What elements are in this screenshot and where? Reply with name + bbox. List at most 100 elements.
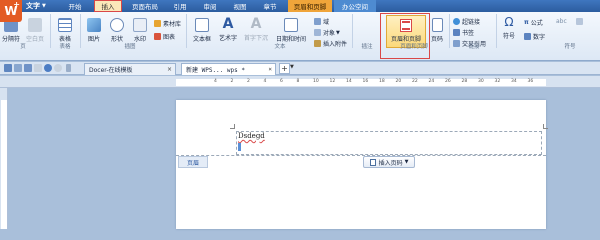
chart-label: 图表 xyxy=(163,34,176,41)
blank-page-button[interactable]: 空白页 xyxy=(23,15,47,43)
ruler-tick: 12 xyxy=(329,79,336,84)
cross-reference-icon xyxy=(453,40,460,47)
margin-corner-mark xyxy=(230,124,235,129)
omega-icon: Ω xyxy=(504,15,514,29)
app-menu-button[interactable]: W + xyxy=(0,0,22,22)
ruler-tick: 20 xyxy=(395,79,402,84)
number-icon xyxy=(524,33,531,40)
menu-home[interactable]: 开始 xyxy=(62,0,88,12)
textbox-icon xyxy=(195,18,209,32)
chart-button[interactable]: 图表 xyxy=(154,32,175,41)
more-icon xyxy=(576,18,583,25)
separator xyxy=(186,14,187,48)
ruler-tick: 6 xyxy=(280,79,283,84)
highlight-box xyxy=(380,13,430,59)
ruler-tick: 10 xyxy=(313,79,319,84)
wordart-button[interactable]: A 艺术字 xyxy=(216,15,240,42)
number-button[interactable]: 数字 xyxy=(524,32,545,41)
bookmark-button[interactable]: 书签 xyxy=(453,28,474,37)
redo-icon[interactable] xyxy=(54,64,62,72)
drop-cap-label: 首字下沉 xyxy=(243,35,268,42)
plus-icon: + xyxy=(13,0,20,9)
print-icon[interactable] xyxy=(24,64,32,72)
menu-section[interactable]: 章节 xyxy=(258,0,282,12)
table-button[interactable]: 表格 xyxy=(54,15,76,43)
ruler-tick: 24 xyxy=(428,79,435,84)
tab-docer[interactable]: Docer-在线模板 × xyxy=(84,63,176,75)
chevron-down-icon: ▼ xyxy=(404,159,409,165)
gallery-label: 素材库 xyxy=(163,21,182,28)
object-button[interactable]: 对象 ▼ xyxy=(314,28,340,37)
gallery-icon xyxy=(154,20,161,27)
open-icon[interactable] xyxy=(14,64,22,72)
menu-header-footer[interactable]: 页眉和页脚 xyxy=(288,0,332,12)
object-icon xyxy=(314,29,321,36)
ruler-tick: 16 xyxy=(362,79,369,84)
menu-office-space[interactable]: 办公空间 xyxy=(334,0,376,12)
undo-icon[interactable] xyxy=(44,64,52,72)
shapes-button[interactable]: 形状 xyxy=(106,15,128,43)
drop-cap-button[interactable]: A 首字下沉 xyxy=(242,15,270,42)
menu-insert[interactable]: 插入 xyxy=(94,0,122,12)
page-number-button[interactable]: 页码 xyxy=(428,15,446,43)
menu-view[interactable]: 视图 xyxy=(228,0,252,12)
date-time-button[interactable]: 日期和时间 xyxy=(272,15,310,43)
new-tab-button[interactable]: + xyxy=(279,63,290,74)
close-icon[interactable]: × xyxy=(167,66,172,73)
insert-page-number-label: 插入页码 xyxy=(378,159,403,167)
group-label-page: 页 xyxy=(20,44,26,50)
document-page[interactable] xyxy=(176,100,546,229)
attachment-icon xyxy=(314,40,321,47)
hyperlink-button[interactable]: 超链接 xyxy=(453,17,480,26)
margin-corner-mark xyxy=(543,124,548,129)
number-label: 数字 xyxy=(533,34,546,41)
app-name-label: 文字 xyxy=(26,2,40,10)
bookmark-label: 书签 xyxy=(462,30,475,37)
save-icon[interactable] xyxy=(4,64,12,72)
watermark-button[interactable]: 水印 xyxy=(129,15,151,43)
menu-page-layout[interactable]: 页面布局 xyxy=(128,0,162,12)
abc-button[interactable]: abc xyxy=(556,18,567,25)
tab-docer-label: Docer-在线模板 xyxy=(89,67,133,74)
symbol-button[interactable]: Ω 符号 xyxy=(498,14,520,40)
tab-document-label: 新建 WPS... wps * xyxy=(186,67,245,74)
attachment-label: 插入附件 xyxy=(323,41,348,48)
header-edit-area[interactable] xyxy=(236,131,542,155)
attachment-button[interactable]: 插入附件 xyxy=(314,39,347,48)
textbox-button[interactable]: 文本框 xyxy=(190,15,214,43)
ruler-tick: 28 xyxy=(461,79,468,84)
hyperlink-label: 超链接 xyxy=(462,19,481,26)
menu-review[interactable]: 审阅 xyxy=(198,0,222,12)
ruler-tick: 8 xyxy=(296,79,300,84)
chart-icon xyxy=(154,33,161,40)
separator xyxy=(50,14,51,48)
bookmark-icon xyxy=(453,29,460,36)
page-number-icon xyxy=(431,18,443,32)
chevron-down-icon[interactable] xyxy=(66,64,71,72)
formula-button[interactable]: π 公式 xyxy=(524,18,543,27)
separator xyxy=(80,14,81,48)
close-icon[interactable]: × xyxy=(268,66,272,73)
picture-button[interactable]: 图片 xyxy=(83,15,105,43)
more-symbols-icon[interactable] xyxy=(576,18,585,25)
header-label-tag: 页眉 xyxy=(178,156,208,168)
preview-icon[interactable] xyxy=(34,64,42,72)
insert-page-number-button[interactable]: 插入页码 ▼ xyxy=(363,156,415,168)
drop-cap-icon: A xyxy=(250,16,262,32)
calendar-icon xyxy=(284,18,298,32)
gallery-button[interactable]: 素材库 xyxy=(154,19,181,28)
symbol-label: 符号 xyxy=(502,33,515,40)
header-text[interactable]: Dsdegd xyxy=(238,132,265,140)
chevron-down-icon: ▼ xyxy=(336,29,340,36)
ruler-tick: 18 xyxy=(379,79,385,84)
chevron-down-icon[interactable]: ▼ xyxy=(290,64,294,70)
tab-document[interactable]: 新建 WPS... wps * × xyxy=(181,63,276,75)
ruler-tick: 2 xyxy=(247,79,250,84)
ruler-tick: 4 xyxy=(214,79,217,84)
app-name-dropdown[interactable]: 文字 ▼ xyxy=(26,0,56,12)
group-label-table: 表格 xyxy=(59,44,71,50)
group-label-insert: 插注 xyxy=(361,44,373,50)
menu-references[interactable]: 引用 xyxy=(168,0,192,12)
field-button[interactable]: 域 xyxy=(314,17,329,26)
ruler-tick: 34 xyxy=(511,79,517,84)
